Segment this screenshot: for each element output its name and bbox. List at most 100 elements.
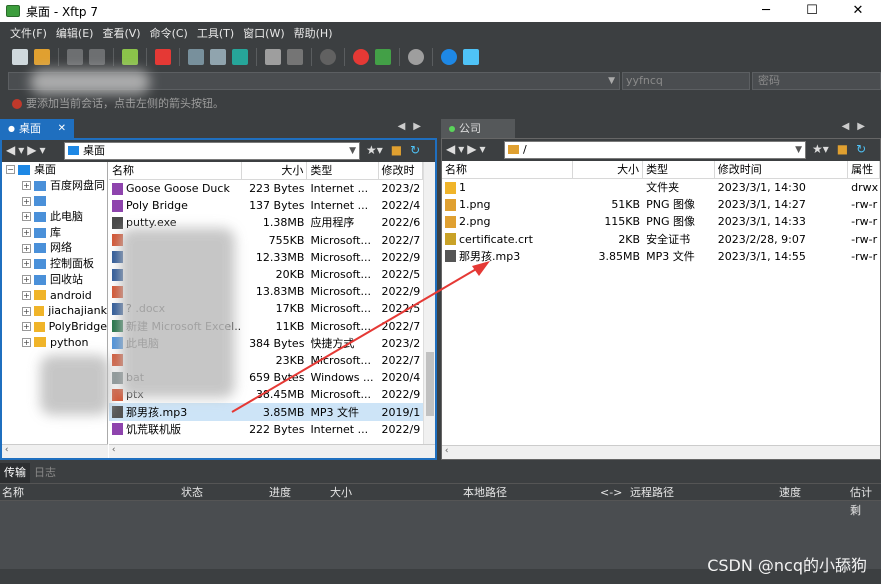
column-size[interactable]: 大小 — [573, 161, 644, 178]
xshell-icon[interactable] — [155, 49, 171, 65]
file-row[interactable]: Poly Bridge 137 Bytes Internet ... 2022/4 — [109, 197, 423, 214]
expand-icon[interactable]: + — [22, 259, 31, 269]
chevron-down-icon[interactable]: ▼ — [795, 142, 802, 158]
back-forward-icon[interactable]: ◀▾▶▾ — [6, 143, 49, 157]
file-row[interactable]: certificate.crt 2KB 安全证书 2023/2/28, 9:07 -rw… — [442, 231, 880, 248]
copy-icon[interactable] — [188, 49, 204, 65]
scroll-thumb[interactable] — [426, 352, 434, 416]
tree-item[interactable]: + android — [2, 288, 107, 304]
new-tab-icon[interactable] — [122, 49, 138, 65]
transfer-column-local-path[interactable]: 本地路径 — [463, 484, 507, 502]
expand-icon[interactable]: + — [22, 306, 31, 316]
column-name[interactable]: 名称 — [442, 161, 574, 178]
file-row[interactable]: 饥荒联机版 222 Bytes Internet ... 2022/9 — [109, 421, 423, 438]
local-path-input[interactable]: 桌面 ▼ — [64, 142, 360, 160]
tree-item[interactable]: + 回收站 — [2, 272, 107, 288]
properties-icon[interactable] — [287, 49, 303, 65]
tree-item[interactable]: + PolyBridge — [2, 319, 107, 335]
refresh-icon[interactable]: ↻ — [410, 143, 420, 157]
maximize-button[interactable]: ☐ — [789, 0, 835, 22]
tree-item[interactable]: + 库 — [2, 225, 107, 241]
file-row[interactable]: 1.png 51KB PNG 图像 2023/3/1, 14:27 -rw-r — [442, 196, 880, 213]
favorites-icon[interactable]: ★▾ — [812, 142, 829, 156]
tree-item[interactable]: + 控制面板 — [2, 256, 107, 272]
column-name[interactable]: 名称 — [109, 162, 243, 179]
menu-command[interactable]: 命令(C) — [150, 25, 188, 41]
menu-help[interactable]: 帮助(H) — [294, 25, 333, 41]
remote-horizontal-scrollbar[interactable]: ‹ — [442, 445, 880, 459]
expand-icon[interactable]: + — [22, 181, 31, 191]
transfer-column-progress[interactable]: 进度 — [269, 484, 291, 502]
tree-item[interactable]: + jiachajiank — [2, 303, 107, 319]
tree-item[interactable]: + 此电脑 — [2, 209, 107, 225]
file-row[interactable]: Goose Goose Duck 223 Bytes Internet ... 202… — [109, 180, 423, 197]
file-row[interactable]: 1 文件夹 2023/3/1, 14:30 drwx — [442, 179, 880, 196]
column-modified[interactable]: 修改时 — [379, 162, 423, 179]
connect-icon[interactable] — [67, 49, 83, 65]
globe-icon[interactable] — [320, 49, 336, 65]
tab-scroll-arrows[interactable]: ◀▶ — [398, 121, 429, 132]
gear-icon[interactable] — [408, 49, 424, 65]
tree-scrollbar[interactable]: ‹ — [2, 444, 108, 458]
menu-tools[interactable]: 工具(T) — [197, 25, 234, 41]
username-field[interactable]: yyfncq — [622, 72, 750, 90]
remote-path-input[interactable]: / ▼ — [504, 141, 806, 159]
tab-local-desktop[interactable]: ● 桌面 ✕ — [0, 119, 74, 138]
tab-log[interactable]: 日志 — [30, 463, 60, 483]
expand-icon[interactable]: + — [22, 290, 31, 300]
expand-icon[interactable]: + — [22, 243, 31, 253]
expand-icon[interactable]: + — [22, 275, 31, 285]
expand-icon[interactable]: + — [22, 322, 31, 332]
column-modified[interactable]: 修改时间 — [715, 161, 849, 178]
column-type[interactable]: 类型 — [307, 162, 379, 179]
expand-icon[interactable]: + — [22, 196, 31, 206]
disconnect-icon[interactable] — [89, 49, 105, 65]
expand-icon[interactable]: + — [22, 212, 31, 222]
xmanager-icon[interactable] — [353, 49, 369, 65]
file-row[interactable]: 那男孩.mp3 3.85MB MP3 文件 2019/1 — [109, 403, 423, 421]
paste-icon[interactable] — [210, 49, 226, 65]
tree-item[interactable]: + — [2, 193, 107, 209]
tree-item[interactable]: − 桌面 — [2, 162, 107, 178]
back-forward-icon[interactable]: ◀▾▶▾ — [446, 142, 489, 156]
tab-remote-company[interactable]: 公司 — [441, 119, 515, 138]
file-row[interactable]: 那男孩.mp3 3.85MB MP3 文件 2023/3/1, 14:55 -rw-r — [442, 248, 880, 265]
transfer-column-name[interactable]: 名称 — [2, 484, 24, 502]
close-tab-icon[interactable]: ✕ — [58, 119, 66, 138]
open-folder-icon[interactable] — [34, 49, 50, 65]
tree-item[interactable]: + 百度网盘同 — [2, 178, 107, 194]
local-horizontal-scrollbar[interactable]: ‹ — [109, 444, 435, 458]
minimize-button[interactable]: ─ — [743, 0, 789, 22]
password-field[interactable]: 密码 — [752, 72, 881, 90]
menu-file[interactable]: 文件(F) — [10, 25, 47, 41]
favorites-icon[interactable]: ★▾ — [366, 143, 383, 157]
expand-icon[interactable]: + — [22, 228, 31, 238]
column-attributes[interactable]: 属性 — [848, 161, 880, 178]
file-row[interactable]: 2.png 115KB PNG 图像 2023/3/1, 14:33 -rw-r — [442, 213, 880, 230]
column-size[interactable]: 大小 — [242, 162, 308, 179]
parent-folder-icon[interactable]: ■ — [837, 142, 848, 156]
refresh-icon[interactable]: ↻ — [856, 142, 866, 156]
chevron-down-icon[interactable]: ▼ — [608, 73, 615, 89]
help-icon[interactable] — [441, 49, 457, 65]
transfer-column-eta[interactable]: 估计剩 — [850, 484, 881, 520]
sync-icon[interactable] — [232, 49, 248, 65]
transfer-column-size[interactable]: 大小 — [330, 484, 352, 502]
new-session-icon[interactable] — [12, 49, 28, 65]
transfer-column-speed[interactable]: 速度 — [779, 484, 801, 502]
print-icon[interactable] — [265, 49, 281, 65]
transfer-column-direction[interactable]: <-> — [600, 484, 622, 502]
transfer-column-remote-path[interactable]: 远程路径 — [630, 484, 674, 502]
expand-icon[interactable]: + — [22, 337, 31, 347]
menu-edit[interactable]: 编辑(E) — [56, 25, 94, 41]
local-vertical-scrollbar[interactable] — [423, 162, 435, 444]
parent-folder-icon[interactable]: ■ — [391, 143, 402, 157]
column-type[interactable]: 类型 — [643, 161, 715, 178]
transfer-column-status[interactable]: 状态 — [181, 484, 203, 502]
collapse-icon[interactable]: − — [6, 165, 15, 175]
menu-window[interactable]: 窗口(W) — [243, 25, 284, 41]
feedback-icon[interactable] — [463, 49, 479, 65]
xstart-icon[interactable] — [375, 49, 391, 65]
tab-transfer[interactable]: 传输 — [0, 463, 30, 483]
tree-item[interactable]: + 网络 — [2, 240, 107, 256]
